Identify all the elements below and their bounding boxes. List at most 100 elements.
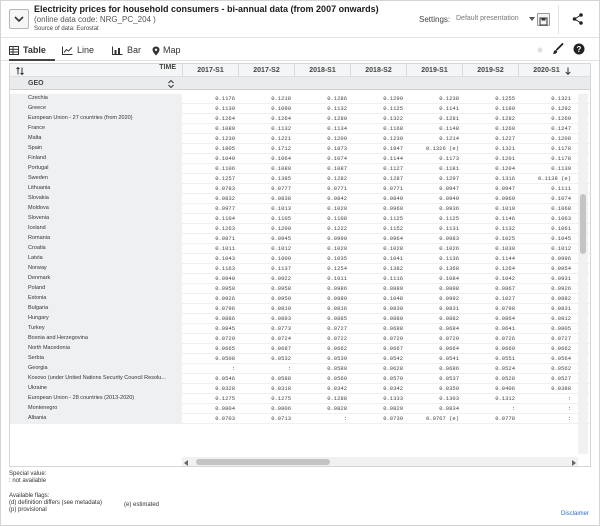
geo-cell[interactable]: Kosovo (under United Nations Security Co… xyxy=(10,374,182,384)
save-button[interactable] xyxy=(537,13,550,26)
value-cell: 0.0992 xyxy=(439,295,459,302)
help-icon[interactable]: ? xyxy=(573,43,585,55)
geo-cell[interactable]: Iceland xyxy=(10,224,182,234)
geo-cell[interactable]: Slovenia xyxy=(10,214,182,224)
value-cell: 0.1141 xyxy=(439,105,459,112)
column-header-2018-s1[interactable]: 2018-S1 xyxy=(294,64,350,77)
geo-cell[interactable]: France xyxy=(10,124,182,134)
column-header-2019-s1[interactable]: 2019-S1 xyxy=(406,64,462,77)
table-row: Albania 0.0703 0.0713: 0.0739 0.0767 (e) 0.07… xyxy=(10,414,590,424)
value-cell: 0.0727 xyxy=(551,335,571,342)
geo-cell[interactable]: Turkey xyxy=(10,324,182,334)
tab-table-label: Table xyxy=(23,45,46,55)
geo-cell[interactable]: Slovakia xyxy=(10,194,182,204)
geo-cell[interactable]: Bosnia and Herzegovina xyxy=(10,334,182,344)
value-cell: 0.1074 xyxy=(551,195,571,202)
tab-map[interactable]: Map xyxy=(152,41,182,61)
value-cell: 0.0842 xyxy=(327,195,347,202)
presentation-select[interactable]: Default presentation xyxy=(453,12,537,26)
table-row: France 0.1089 0.1132 0.1134 0.1168 0.1148 0.12… xyxy=(10,124,590,134)
geo-cell[interactable]: European Union - 28 countries (2013-2020… xyxy=(10,394,182,404)
value-cell: 0.1063 xyxy=(551,215,571,222)
tab-table[interactable]: Table xyxy=(9,41,55,61)
value-cell: 0.0834 xyxy=(439,405,459,412)
geo-cell[interactable]: Malta xyxy=(10,134,182,144)
value-cell: 0.1200 xyxy=(271,225,291,232)
value-cell: 0.1312 xyxy=(495,395,515,402)
sort-descending-icon[interactable] xyxy=(565,67,571,75)
geo-cell[interactable]: Bulgaria xyxy=(10,304,182,314)
value-cell: 0.1227 xyxy=(495,135,515,142)
geo-cell[interactable]: Greece xyxy=(10,104,182,114)
value-cell: 0.0664 xyxy=(439,345,459,352)
value-cell: 0.0960 xyxy=(383,205,403,212)
value-cell: 0.0936 xyxy=(439,205,459,212)
vertical-scroll-thumb[interactable] xyxy=(580,194,586,254)
value-cell: 0.1137 xyxy=(271,265,291,272)
geo-cell[interactable]: Lithuania xyxy=(10,184,182,194)
geo-cell[interactable]: European Union - 27 countries (from 2020… xyxy=(10,114,182,124)
sort-icon[interactable] xyxy=(168,80,174,88)
value-cell: 0.0684 xyxy=(439,325,459,332)
value-cell: 0.0564 xyxy=(551,355,571,362)
geo-cell[interactable]: Norway xyxy=(10,264,182,274)
column-header-2017-s1[interactable]: 2017-S1 xyxy=(182,64,238,77)
disclaimer-link[interactable]: Disclaimer xyxy=(561,511,589,518)
column-header-2018-s2[interactable]: 2018-S2 xyxy=(350,64,406,77)
value-cell: 0.0528 xyxy=(495,375,515,382)
geo-cell[interactable]: Sweden xyxy=(10,174,182,184)
geo-cell[interactable]: North Macedonia xyxy=(10,344,182,354)
geo-cell[interactable]: Montenegro xyxy=(10,404,182,414)
value-cell: 0.0539 xyxy=(327,355,347,362)
dataset-title: Electricity prices for household consume… xyxy=(34,4,379,14)
value-cell: 0.0773 xyxy=(271,325,291,332)
value-cell: 0.1221 xyxy=(271,135,291,142)
vertical-scrollbar[interactable] xyxy=(578,94,588,454)
value-cell: 0.0342 xyxy=(383,385,403,392)
value-cell: 0.1282 xyxy=(495,115,515,122)
collapse-button[interactable] xyxy=(9,9,29,29)
value-cell: 0.1368 xyxy=(439,265,459,272)
geo-cell[interactable]: Croatia xyxy=(10,244,182,254)
geo-cell[interactable]: Albania xyxy=(10,414,182,424)
value-cell: 0.0777 xyxy=(271,185,291,192)
value-cell: 0.0727 xyxy=(327,325,347,332)
value-cell: 0.0831 xyxy=(551,305,571,312)
value-cell: 0.0580 xyxy=(327,365,347,372)
value-cell: 0.0662 xyxy=(551,345,571,352)
geo-cell[interactable]: Portugal xyxy=(10,164,182,174)
geo-cell[interactable]: Georgia xyxy=(10,364,182,374)
value-cell: 0.1012 xyxy=(271,245,291,252)
horizontal-scroll-thumb[interactable] xyxy=(196,459,330,465)
value-cell: : xyxy=(567,395,571,402)
geo-cell[interactable]: Serbia xyxy=(10,354,182,364)
column-header-2019-s2[interactable]: 2019-S2 xyxy=(462,64,518,77)
geo-cell[interactable]: Denmark xyxy=(10,274,182,284)
swap-axes-icon[interactable] xyxy=(16,67,24,75)
geo-cell[interactable]: Latvia xyxy=(10,254,182,264)
scroll-right-arrow-icon[interactable] xyxy=(572,460,576,466)
horizontal-scrollbar[interactable] xyxy=(182,457,578,466)
scroll-left-arrow-icon[interactable] xyxy=(184,460,188,466)
special-value-not-available: : not available xyxy=(9,478,47,484)
geo-dimension-header[interactable]: GEO xyxy=(12,77,180,90)
brush-icon[interactable] xyxy=(552,43,564,55)
geo-cell[interactable]: Moldova xyxy=(10,204,182,214)
highlight-dot-icon[interactable] xyxy=(534,44,546,56)
column-header-2017-s2[interactable]: 2017-S2 xyxy=(238,64,294,77)
geo-cell[interactable]: Poland xyxy=(10,284,182,294)
geo-cell[interactable]: Hungary xyxy=(10,314,182,324)
geo-cell[interactable]: Czechia xyxy=(10,94,182,104)
geo-cell[interactable]: Ukraine xyxy=(10,384,182,394)
share-button[interactable] xyxy=(571,12,585,26)
geo-cell[interactable]: Estonia xyxy=(10,294,182,304)
geo-cell[interactable]: Finland xyxy=(10,154,182,164)
value-cell: 0.0969 xyxy=(495,195,515,202)
value-cell: 0.0569 xyxy=(327,375,347,382)
geo-cell[interactable]: Romania xyxy=(10,234,182,244)
geo-cell[interactable]: Spain xyxy=(10,144,182,154)
value-cell: 0.1064 xyxy=(271,155,291,162)
dataset-header: Electricity prices for household consume… xyxy=(1,1,599,38)
tab-line[interactable]: Line xyxy=(62,41,96,61)
tab-bar[interactable]: Bar xyxy=(112,41,142,61)
